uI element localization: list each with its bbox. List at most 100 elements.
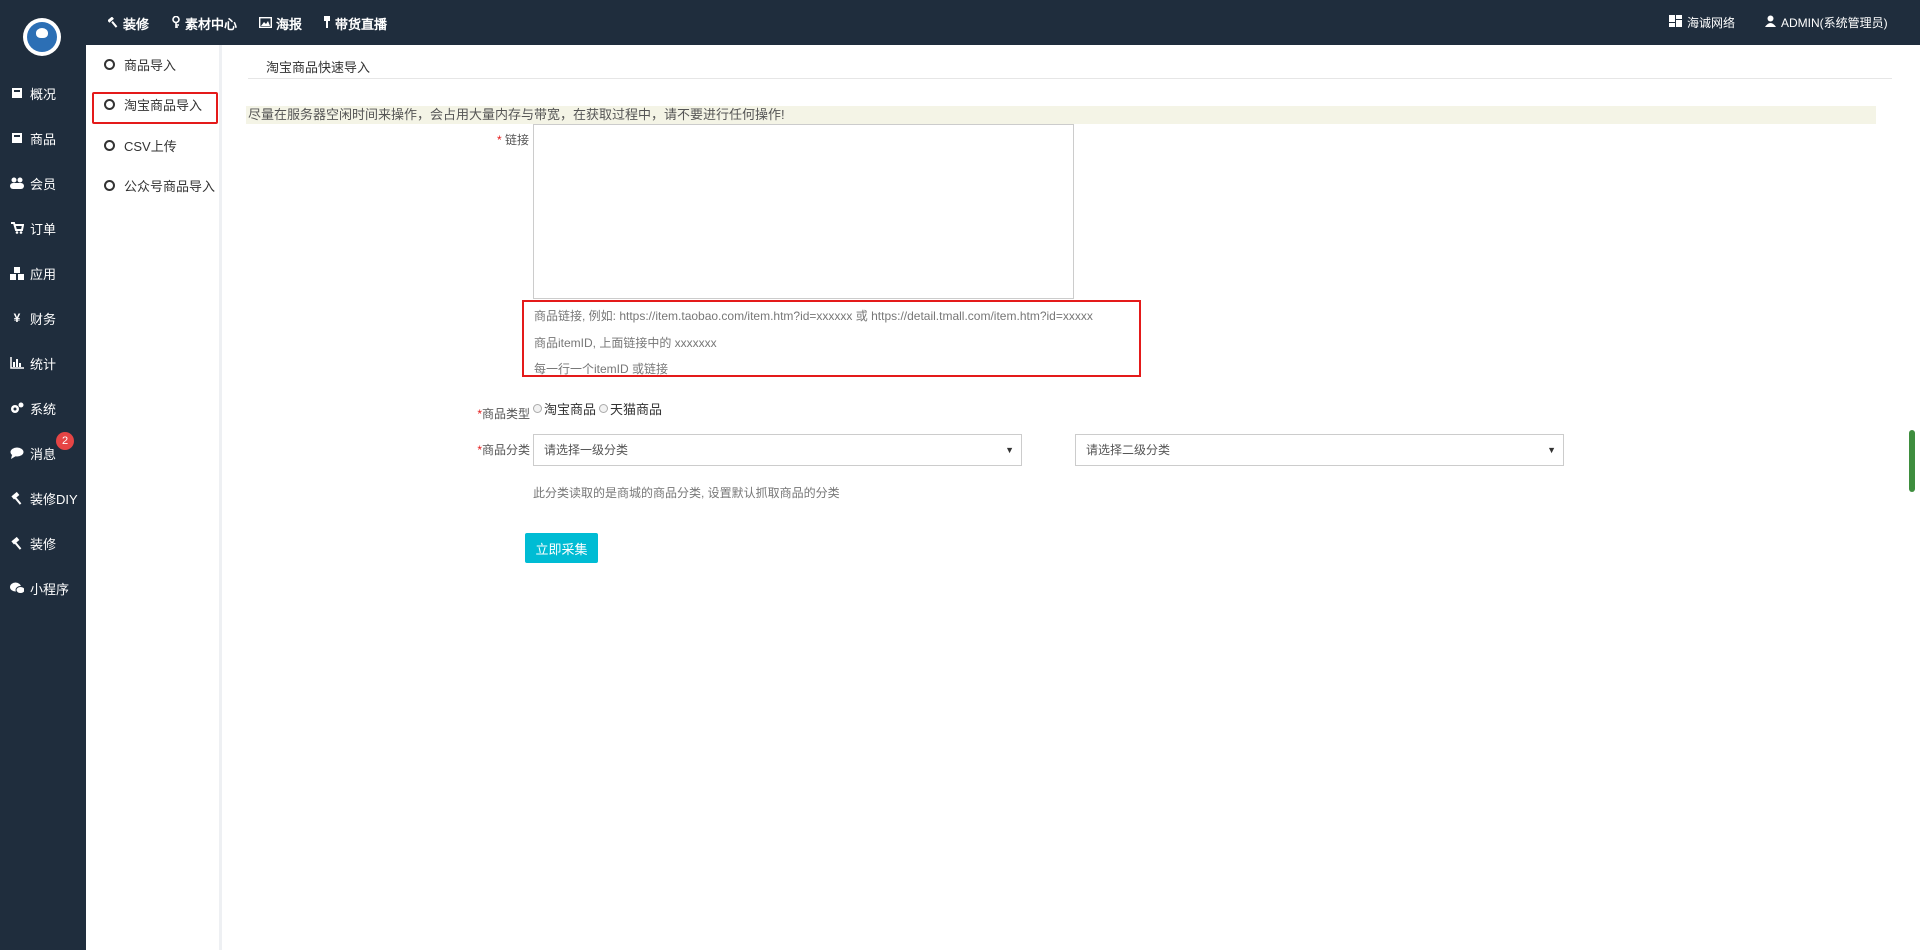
link-label-text: 链接 xyxy=(504,133,529,147)
top-link-company[interactable]: 海诚网络 xyxy=(1669,13,1735,31)
yen-icon: ¥ xyxy=(13,311,21,325)
goods-category-label-text: 商品分类 xyxy=(481,443,530,457)
comment-icon xyxy=(10,446,24,460)
hammer-icon xyxy=(10,536,24,550)
hint-line-1: 商品链接, 例如: https://item.taobao.com/item.h… xyxy=(534,309,1093,323)
gears-icon xyxy=(10,401,24,415)
sidebar-item-stats[interactable]: 统计 xyxy=(10,353,56,373)
active-item-highlight xyxy=(92,92,218,124)
sidebar-item-decorate[interactable]: 装修 xyxy=(10,533,56,553)
user-icon xyxy=(1765,15,1776,30)
sidebar-item-finance[interactable]: ¥ 财务 xyxy=(10,308,56,328)
top-link-live-stream[interactable]: 带货直播 xyxy=(323,14,387,32)
caret-down-icon: ▼ xyxy=(1547,445,1556,455)
link-textarea[interactable] xyxy=(533,124,1074,299)
radio-taobao-label[interactable]: 淘宝商品 xyxy=(544,399,596,418)
page-scrollbar-track[interactable] xyxy=(1906,45,1918,950)
subnav-item-label: CSV上传 xyxy=(124,138,177,154)
admin-name: ADMIN(系统管理员) xyxy=(1781,15,1888,30)
collect-now-button[interactable]: 立即采集 xyxy=(525,533,598,563)
circle-icon xyxy=(104,58,115,70)
radio-tmall[interactable] xyxy=(599,403,609,413)
sidebar-item-label: 订单 xyxy=(30,221,57,237)
goods-category-label: *商品分类 xyxy=(462,441,530,458)
main-sidebar: 概况 商品 会员 订单 应用 ¥ 财务 统计 系统 消息 2 装修DIY 装修 xyxy=(0,0,86,950)
goods-type-radio-group: 淘宝商品 天猫商品 xyxy=(533,399,662,417)
sidebar-item-label: 统计 xyxy=(30,356,57,372)
circle-icon xyxy=(104,139,115,151)
top-navbar: 装修 素材中心 海报 带货直播 海诚网络 ADMIN(系统管理员) xyxy=(86,0,1920,45)
required-mark: * xyxy=(496,133,502,147)
hammer-icon xyxy=(107,16,119,31)
bar-chart-icon xyxy=(10,356,24,370)
top-link-admin-user[interactable]: ADMIN(系统管理员) xyxy=(1765,13,1888,31)
page-scrollbar-thumb[interactable] xyxy=(1909,430,1915,492)
category-level2-select[interactable]: 请选择二级分类 ▼ xyxy=(1075,434,1564,466)
select-placeholder: 请选择一级分类 xyxy=(544,443,629,457)
subnav-item-official-account-import[interactable]: 公众号商品导入 xyxy=(104,175,215,195)
goods-type-label: *商品类型 xyxy=(462,405,530,422)
sidebar-item-apps[interactable]: 应用 xyxy=(10,263,56,283)
sidebar-item-messages[interactable]: 消息 xyxy=(10,443,56,463)
pin-icon xyxy=(323,15,331,31)
top-link-poster[interactable]: 海报 xyxy=(258,14,303,32)
message-count-badge: 2 xyxy=(56,432,74,450)
circle-icon xyxy=(104,179,115,191)
sidebar-item-label: 系统 xyxy=(30,401,57,417)
main-content: 淘宝商品快速导入 尽量在服务器空闲时间来操作，会占用大量内存与带宽，在获取过程中… xyxy=(222,45,1920,950)
hammer-icon xyxy=(10,491,24,505)
link-label: * 链接 xyxy=(475,131,529,148)
tab-divider xyxy=(248,78,1892,79)
top-link-material-center[interactable]: 素材中心 xyxy=(172,14,237,32)
category-level1-select[interactable]: 请选择一级分类 ▼ xyxy=(533,434,1022,466)
logo[interactable] xyxy=(23,18,61,56)
sidebar-item-label: 装修DIY xyxy=(30,491,78,507)
users-icon xyxy=(10,176,24,190)
subnav-item-label: 商品导入 xyxy=(124,57,177,73)
sidebar-item-orders[interactable]: 订单 xyxy=(10,218,56,238)
top-link-label: 带货直播 xyxy=(335,16,388,32)
image-icon xyxy=(258,16,273,31)
sidebar-item-goods[interactable]: 商品 xyxy=(10,128,56,148)
sub-sidebar: 商品导入 淘宝商品导入 CSV上传 公众号商品导入 xyxy=(86,45,222,950)
cubes-icon xyxy=(10,266,24,280)
radio-tmall-label[interactable]: 天猫商品 xyxy=(610,399,662,418)
sidebar-item-label: 商品 xyxy=(30,131,57,147)
warning-notice: 尽量在服务器空闲时间来操作，会占用大量内存与带宽，在获取过程中，请不要进行任何操… xyxy=(246,106,1876,124)
sidebar-item-label: 装修 xyxy=(30,536,57,552)
company-name: 海诚网络 xyxy=(1687,15,1736,30)
subnav-item-goods-import[interactable]: 商品导入 xyxy=(104,54,176,74)
sidebar-item-label: 财务 xyxy=(30,311,57,327)
sidebar-item-label: 应用 xyxy=(30,266,57,282)
goods-type-label-text: 商品类型 xyxy=(481,407,530,421)
sidebar-item-label: 消息 xyxy=(30,446,57,462)
subnav-item-csv-upload[interactable]: CSV上传 xyxy=(104,135,177,155)
top-link-label: 海报 xyxy=(276,16,303,32)
sidebar-item-miniprogram[interactable]: 小程序 xyxy=(10,578,69,598)
book-icon xyxy=(10,131,24,145)
top-link-label: 装修 xyxy=(123,16,150,32)
category-note: 此分类读取的是商城的商品分类, 设置默认抓取商品的分类 xyxy=(533,486,840,500)
sidebar-item-overview[interactable]: 概况 xyxy=(10,83,56,103)
subnav-item-label: 公众号商品导入 xyxy=(124,178,216,194)
sidebar-item-label: 会员 xyxy=(30,176,57,192)
grid-icon xyxy=(1669,14,1682,30)
book-icon xyxy=(10,86,24,100)
sidebar-item-decorate-diy[interactable]: 装修DIY xyxy=(10,488,78,508)
cart-icon xyxy=(10,221,24,235)
top-link-decorate[interactable]: 装修 xyxy=(107,14,150,32)
key-icon xyxy=(172,15,181,31)
caret-down-icon: ▼ xyxy=(1005,445,1014,455)
select-placeholder: 请选择二级分类 xyxy=(1086,443,1171,457)
radio-taobao[interactable] xyxy=(533,403,542,413)
logo-icon xyxy=(27,22,57,52)
sidebar-item-label: 小程序 xyxy=(30,581,70,597)
sidebar-item-members[interactable]: 会员 xyxy=(10,173,56,193)
tab-taobao-quick-import[interactable]: 淘宝商品快速导入 xyxy=(266,57,370,76)
sidebar-item-label: 概况 xyxy=(30,86,57,102)
sidebar-item-system[interactable]: 系统 xyxy=(10,398,56,418)
hint-line-2: 商品itemID, 上面链接中的 xxxxxxx xyxy=(534,336,717,350)
wechat-icon xyxy=(10,581,24,595)
top-link-label: 素材中心 xyxy=(185,16,238,32)
hint-line-3: 每一行一个itemID 或链接 xyxy=(534,362,669,376)
